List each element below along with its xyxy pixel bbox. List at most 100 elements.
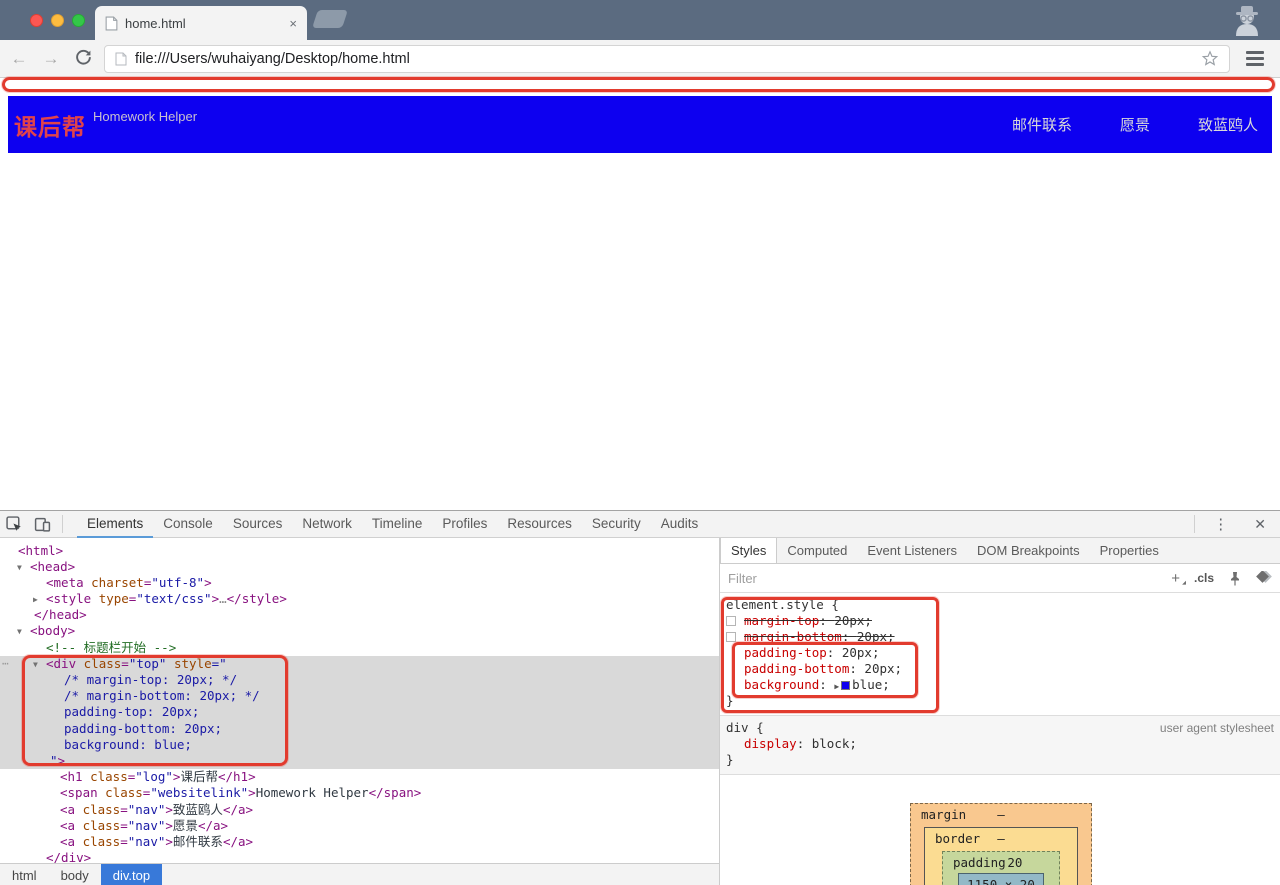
minimize-window-button[interactable] — [51, 14, 64, 27]
devtools-tab-profiles[interactable]: Profiles — [432, 511, 497, 538]
padding-right-value[interactable]: – — [1048, 877, 1056, 885]
tree-line[interactable]: <a class="nav">愿景</a> — [0, 818, 719, 834]
tree-line[interactable]: ▼ <head> — [0, 559, 719, 575]
styles-pane: Styles Computed Event Listeners DOM Breakpo… — [720, 538, 1280, 885]
computed-sidebar-icon[interactable] — [1256, 571, 1272, 585]
expanded-arrow-icon[interactable]: ▼ — [17, 560, 22, 576]
box-model: margin – border – padding 20 1150 × 20 –… — [720, 791, 1280, 885]
browser-tab[interactable]: home.html × — [95, 6, 307, 40]
forward-button[interactable]: → — [38, 49, 64, 69]
breadcrumb-item-html[interactable]: html — [0, 864, 49, 885]
tree-line[interactable]: <!-- 标题栏开始 --> — [0, 640, 719, 656]
tree-line[interactable]: ▼ <body> — [0, 623, 719, 639]
browser-menu-icon[interactable] — [1240, 51, 1270, 66]
tree-line[interactable]: "> — [0, 752, 719, 770]
tree-line[interactable]: <a class="nav">邮件联系</a> — [0, 834, 719, 850]
devtools-tab-security[interactable]: Security — [582, 511, 651, 538]
tree-line[interactable]: padding-bottom: 20px; — [0, 720, 719, 737]
site-logo: 课后帮 — [14, 113, 86, 140]
devtools-tab-sources[interactable]: Sources — [223, 511, 293, 538]
css-property-background[interactable]: background: ▶ blue; — [726, 677, 1274, 693]
browser-toolbar: ← → file:///Users/wuhaiyang/Desktop/home… — [0, 40, 1280, 78]
border-right-value[interactable]: – — [1064, 877, 1072, 885]
tree-line[interactable]: background: blue; — [0, 736, 719, 753]
rule-selector: element.style { — [726, 597, 839, 612]
devtools-tab-resources[interactable]: Resources — [497, 511, 582, 538]
site-subtitle: Homework Helper — [93, 109, 198, 124]
new-style-rule-icon[interactable]: + — [1171, 570, 1185, 587]
devtools-tab-console[interactable]: Console — [153, 511, 223, 538]
site-nav-link[interactable]: 致蓝鸥人 — [1198, 114, 1258, 135]
site-nav-link[interactable]: 邮件联系 — [1012, 114, 1072, 135]
rule-close-brace: } — [726, 693, 734, 708]
collapsed-arrow-icon[interactable]: ▶ — [33, 592, 38, 608]
tree-line[interactable]: <h1 class="log">课后帮</h1> — [0, 769, 719, 785]
sidebar-tab-computed[interactable]: Computed — [777, 538, 857, 563]
devtools-menu-icon[interactable]: ⋮ — [1201, 515, 1240, 533]
property-checkbox[interactable] — [726, 632, 736, 642]
tree-line[interactable]: <a class="nav">致蓝鸥人</a> — [0, 802, 719, 818]
devtools-tab-elements[interactable]: Elements — [77, 511, 154, 538]
tree-line[interactable]: <meta charset="utf-8"> — [0, 575, 719, 591]
pin-icon[interactable] — [1228, 571, 1242, 586]
box-model-content[interactable]: 1150 × 20 — [958, 873, 1044, 885]
breadcrumb-item-div.top[interactable]: div.top — [100, 864, 163, 885]
sidebar-tab-dom-breakpoints[interactable]: DOM Breakpoints — [967, 538, 1090, 563]
close-window-button[interactable] — [30, 14, 43, 27]
sidebar-tab-event-listeners[interactable]: Event Listeners — [857, 538, 967, 563]
styles-filter-input[interactable] — [728, 570, 1172, 586]
tree-line[interactable]: /* margin-top: 20px; */ — [0, 672, 719, 689]
sidebar-tab-styles[interactable]: Styles — [720, 538, 778, 563]
user-agent-rule: user agent stylesheet div { display: blo… — [720, 716, 1280, 775]
site-nav-link[interactable]: 愿景 — [1120, 114, 1150, 135]
tree-line[interactable]: </head> — [0, 607, 719, 623]
border-left-value[interactable]: – — [929, 877, 937, 885]
inspect-element-icon[interactable] — [0, 511, 28, 537]
element-style-rule: element.style { margin-top: 20px; margin… — [720, 593, 1280, 716]
breadcrumb-item-body[interactable]: body — [49, 864, 101, 885]
tree-line[interactable]: ▶ <style type="text/css">…</style> — [0, 591, 719, 607]
page-site-header: 课后帮 Homework Helper 邮件联系 愿景 致蓝鸥人 — [8, 96, 1272, 153]
css-property[interactable]: display: block; — [726, 736, 1274, 752]
address-bar[interactable]: file:///Users/wuhaiyang/Desktop/home.htm… — [104, 44, 1230, 73]
devtools-tabs: Elements Console Sources Network Timeline Pro… — [77, 511, 708, 538]
tab-title: home.html — [125, 15, 186, 31]
expand-arrow-icon[interactable]: ▶ — [834, 682, 839, 691]
margin-right-value[interactable]: – — [1081, 877, 1089, 885]
back-button[interactable]: ← — [6, 49, 32, 69]
annotation-box-toolbar-gap — [2, 77, 1275, 92]
tree-line[interactable]: <html> — [0, 543, 719, 559]
css-property-disabled[interactable]: margin-bottom: 20px; — [726, 629, 1274, 645]
css-property[interactable]: padding-top: 20px; — [726, 645, 1274, 661]
devtools-tab-timeline[interactable]: Timeline — [362, 511, 433, 538]
tree-line[interactable]: /* margin-bottom: 20px; */ — [0, 688, 719, 705]
styles-sidebar-tabs: Styles Computed Event Listeners DOM Breakpo… — [720, 538, 1280, 564]
expanded-arrow-icon[interactable]: ▼ — [17, 624, 22, 640]
devtools-tab-audits[interactable]: Audits — [651, 511, 709, 538]
padding-left-value[interactable]: – — [946, 877, 954, 885]
new-tab-button[interactable] — [312, 10, 348, 28]
element-classes-icon[interactable]: .cls — [1194, 571, 1214, 585]
site-nav: 邮件联系 愿景 致蓝鸥人 — [1012, 114, 1272, 135]
tab-close-icon[interactable]: × — [289, 16, 297, 31]
reload-button[interactable] — [70, 48, 96, 70]
color-swatch[interactable] — [841, 681, 851, 690]
tree-line[interactable]: </div> — [0, 850, 719, 863]
tree-line[interactable]: <span class="websitelink">Homework Helpe… — [0, 785, 719, 801]
css-property-disabled[interactable]: margin-top: 20px; — [726, 613, 1274, 629]
tree-line[interactable]: padding-top: 20px; — [0, 704, 719, 721]
page-icon — [105, 16, 118, 30]
expanded-arrow-icon[interactable]: ▼ — [33, 657, 38, 673]
devtools-tab-network[interactable]: Network — [292, 511, 362, 538]
sidebar-tab-properties[interactable]: Properties — [1090, 538, 1169, 563]
zoom-window-button[interactable] — [72, 14, 85, 27]
bookmark-star-icon[interactable] — [1201, 49, 1219, 68]
css-property[interactable]: padding-bottom: 20px; — [726, 661, 1274, 677]
tree-line[interactable]: ⋯ ▼ <div class="top" style=" — [0, 655, 719, 673]
traffic-lights — [30, 14, 85, 27]
device-toolbar-icon[interactable] — [28, 511, 56, 537]
devtools-close-icon[interactable]: ✕ — [1240, 516, 1280, 533]
property-checkbox[interactable] — [726, 616, 736, 626]
incognito-icon — [1236, 6, 1258, 36]
margin-left-value[interactable]: – — [913, 877, 921, 885]
